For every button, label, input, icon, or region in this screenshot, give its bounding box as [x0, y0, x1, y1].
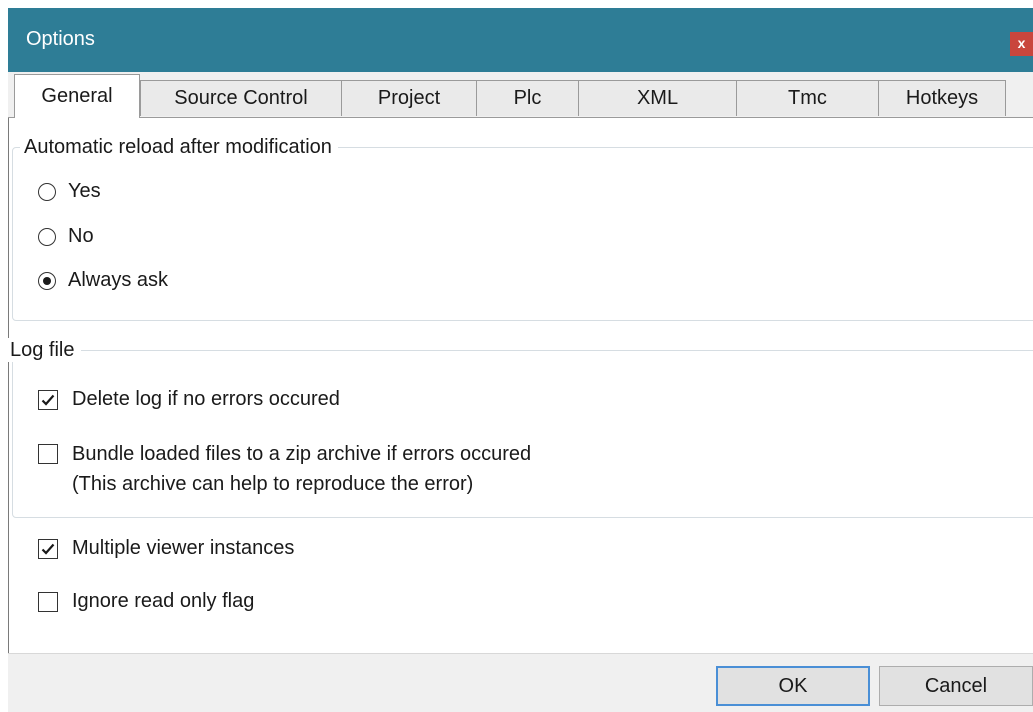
multiple-instances-checkbox[interactable]: Multiple viewer instances	[38, 537, 294, 560]
radio-yes-label: Yes	[68, 180, 101, 202]
window-title: Options	[26, 28, 95, 50]
radio-yes[interactable]: Yes	[38, 180, 101, 203]
reload-group	[12, 147, 1033, 321]
radio-no[interactable]: No	[38, 225, 94, 248]
radio-yes-indicator[interactable]	[38, 182, 56, 201]
ignore-readonly-checkbox[interactable]: Ignore read only flag	[38, 590, 254, 613]
radio-no-label: No	[68, 225, 94, 247]
left-border	[8, 118, 9, 653]
ignore-readonly-check-indicator[interactable]	[38, 591, 58, 612]
delete-log-check-indicator[interactable]	[38, 389, 58, 410]
tab-divider	[8, 117, 1033, 118]
bundle-files-label-line1: Bundle loaded files to a zip archive if …	[72, 443, 532, 465]
radio-no-indicator[interactable]	[38, 227, 56, 246]
bundle-files-check-indicator[interactable]	[38, 444, 58, 464]
checkmark-icon	[41, 543, 55, 555]
radio-always-ask-indicator[interactable]	[38, 271, 56, 290]
tab-project[interactable]: Project	[341, 80, 477, 116]
bundle-files-checkbox[interactable]: Bundle loaded files to a zip archive if …	[38, 440, 531, 499]
multiple-instances-check-indicator[interactable]	[38, 538, 58, 559]
bundle-files-label-line2: (This archive can help to reproduce the …	[72, 473, 474, 495]
log-file-legend: Log file	[8, 338, 81, 362]
radio-always-ask[interactable]: Always ask	[38, 269, 168, 292]
multiple-instances-label: Multiple viewer instances	[72, 537, 295, 559]
ignore-readonly-label: Ignore read only flag	[72, 590, 255, 612]
tab-source-control[interactable]: Source Control	[140, 80, 342, 116]
checkmark-icon	[41, 394, 55, 406]
close-button[interactable]: x	[1010, 32, 1033, 56]
delete-log-checkbox[interactable]: Delete log if no errors occured	[38, 388, 340, 411]
tab-xml[interactable]: XML	[578, 80, 737, 116]
cancel-button[interactable]: Cancel	[879, 666, 1033, 706]
tab-general[interactable]: General	[14, 74, 140, 118]
tab-hotkeys[interactable]: Hotkeys	[878, 80, 1006, 116]
ok-button[interactable]: OK	[716, 666, 870, 706]
tab-plc[interactable]: Plc	[476, 80, 579, 116]
tab-tmc[interactable]: Tmc	[736, 80, 879, 116]
reload-group-legend: Automatic reload after modification	[20, 135, 338, 159]
delete-log-label: Delete log if no errors occured	[72, 388, 340, 410]
title-bar: Options	[8, 8, 1033, 72]
bundle-files-label: Bundle loaded files to a zip archive if …	[72, 439, 531, 499]
radio-always-ask-label: Always ask	[68, 269, 169, 291]
